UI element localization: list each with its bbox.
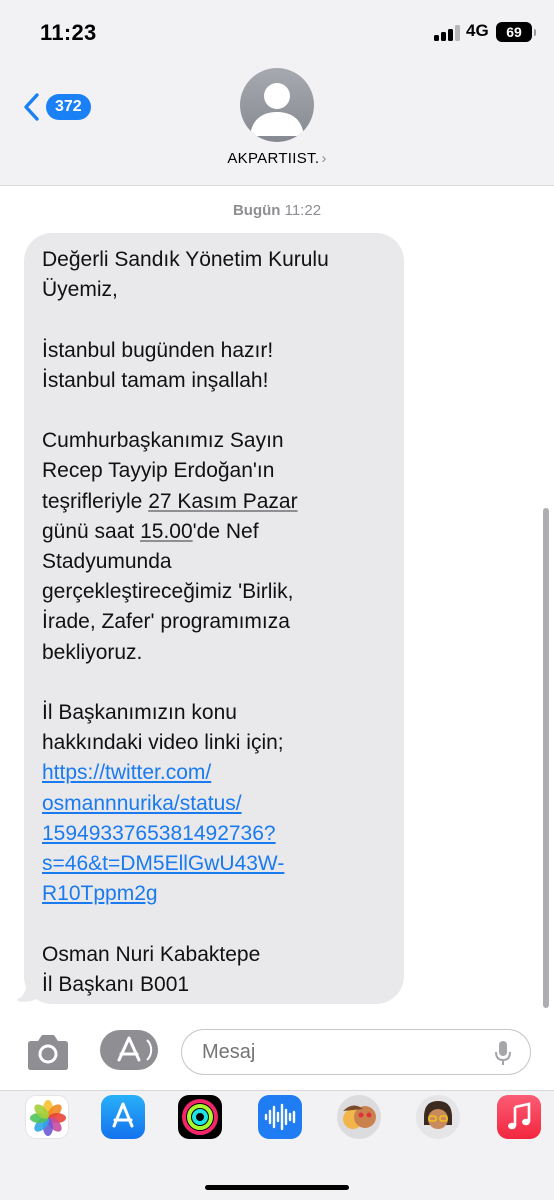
app-store-icon: [117, 1036, 153, 1062]
chevron-left-icon: [24, 93, 39, 121]
memoji-stickers-icon[interactable]: [337, 1095, 381, 1139]
memoji-icon[interactable]: [416, 1095, 460, 1139]
message-signature: Osman Nuri Kabaktepe İl Başkanı B001: [42, 942, 261, 996]
timestamp-day: Bugün: [232, 202, 281, 219]
audio-message-icon[interactable]: [258, 1095, 302, 1139]
message-input[interactable]: [181, 1029, 531, 1075]
person-icon: [250, 83, 304, 136]
message-paragraph-3b: günü saat: [42, 519, 135, 543]
camera-button[interactable]: [24, 1032, 72, 1072]
battery-icon: 69: [496, 22, 536, 42]
contact-name: AKPARTIIST.: [227, 150, 320, 167]
message-timestamp: Bugün 11:22: [0, 202, 554, 219]
message-greeting: Değerli Sandık Yönetim Kurulu Üyemiz,: [42, 248, 329, 302]
scrollbar[interactable]: [543, 508, 549, 1008]
apps-button[interactable]: [100, 1030, 158, 1070]
music-icon[interactable]: [497, 1095, 541, 1139]
camera-icon: [28, 1035, 68, 1070]
activity-icon[interactable]: [178, 1095, 222, 1139]
back-button[interactable]: 372: [22, 92, 91, 122]
unread-count-badge: 372: [46, 94, 91, 120]
incoming-message-bubble[interactable]: Değerli Sandık Yönetim Kurulu Üyemiz, İs…: [24, 233, 404, 1004]
home-indicator[interactable]: [205, 1185, 349, 1190]
video-link[interactable]: https://twitter.com/ osmannnurika/status…: [42, 761, 284, 905]
chevron-right-icon: ›: [321, 150, 327, 167]
message-paragraph-4: İl Başkanımızın konu hakkındaki video li…: [42, 701, 284, 755]
photos-icon[interactable]: [25, 1095, 69, 1139]
message-paragraph-2: İstanbul bugünden hazır! İstanbul tamam …: [42, 338, 274, 392]
microphone-icon[interactable]: [494, 1040, 512, 1066]
network-type: 4G: [466, 21, 489, 40]
battery-level: 69: [506, 24, 522, 40]
timestamp-time: 11:22: [284, 202, 322, 219]
app-store-icon[interactable]: [101, 1095, 145, 1139]
message-body: Değerli Sandık Yönetim Kurulu Üyemiz, İs…: [42, 245, 392, 1000]
status-time: 11:23: [40, 20, 97, 45]
event-time-link[interactable]: 15.00: [140, 520, 193, 543]
contact-name-button[interactable]: AKPARTIIST. ›: [0, 150, 554, 167]
contact-avatar[interactable]: [240, 68, 314, 142]
event-date-link[interactable]: 27 Kasım Pazar: [148, 490, 297, 513]
cellular-signal-icon: [434, 25, 462, 41]
